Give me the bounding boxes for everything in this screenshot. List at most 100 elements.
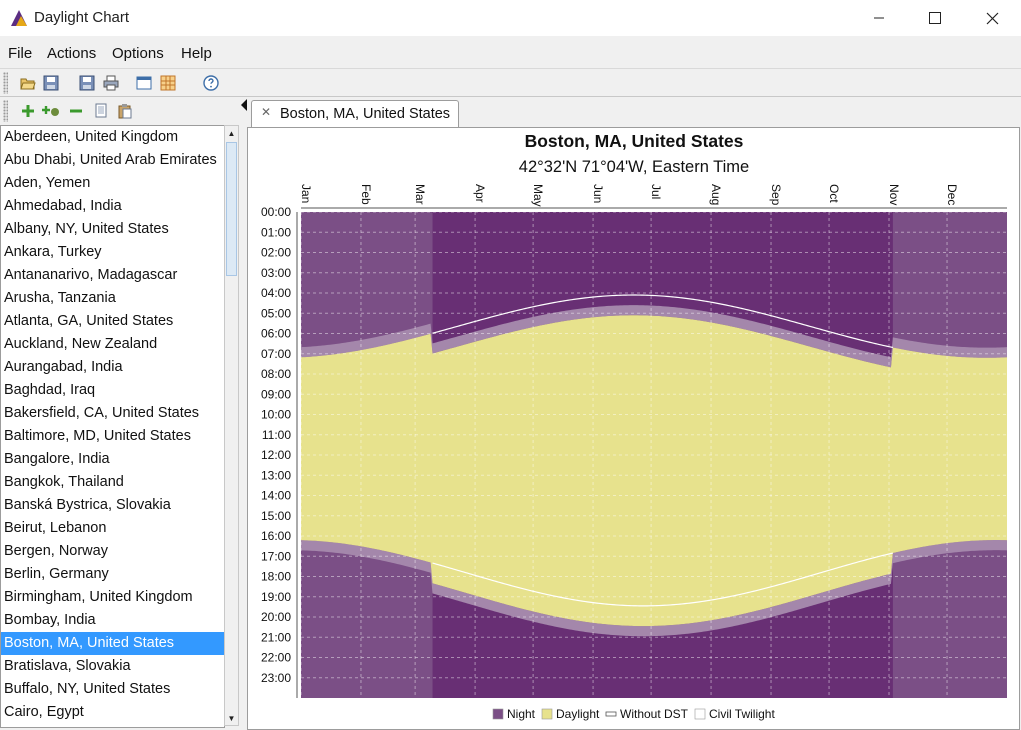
hour-tick-label: 00:00 xyxy=(261,205,291,219)
month-tick-label: Dec xyxy=(945,184,959,205)
hour-tick-label: 19:00 xyxy=(261,590,291,604)
month-tick-label: Feb xyxy=(359,184,373,205)
help-button[interactable] xyxy=(201,73,221,93)
list-item[interactable]: Ahmedabad, India xyxy=(1,195,224,218)
hour-tick-label: 16:00 xyxy=(261,529,291,543)
list-item[interactable]: Boston, MA, United States xyxy=(1,632,224,655)
tab-close-icon[interactable]: ✕ xyxy=(261,105,271,119)
list-item[interactable]: Aden, Yemen xyxy=(1,172,224,195)
list-item[interactable]: Albany, NY, United States xyxy=(1,218,224,241)
chart-tabs: ✕ Boston, MA, United States xyxy=(248,97,1021,127)
list-item[interactable]: Bombay, India xyxy=(1,609,224,632)
month-tick-label: Nov xyxy=(887,184,901,205)
month-tick-label: Oct xyxy=(827,184,841,203)
hour-tick-label: 12:00 xyxy=(261,448,291,462)
chart-subtitle: 42°32'N 71°04'W, Eastern Time xyxy=(519,158,749,176)
month-tick-label: Sep xyxy=(769,184,783,206)
scroll-up-icon[interactable]: ▲ xyxy=(225,126,238,140)
legend-swatch xyxy=(694,708,706,720)
menu-file[interactable]: File xyxy=(8,45,32,62)
hour-tick-label: 17:00 xyxy=(261,549,291,563)
menu-actions[interactable]: Actions xyxy=(47,45,96,62)
copy-button[interactable] xyxy=(91,101,111,121)
copy-icon xyxy=(95,103,107,118)
list-item[interactable]: Aberdeen, United Kingdom xyxy=(1,126,224,149)
list-item[interactable]: Bangalore, India xyxy=(1,448,224,471)
list-item[interactable]: Ankara, Turkey xyxy=(1,241,224,264)
save-icon xyxy=(79,75,95,91)
maximize-button[interactable] xyxy=(906,0,964,36)
paste-icon xyxy=(118,104,132,119)
plot-area xyxy=(296,207,1007,698)
scrollbar-thumb[interactable] xyxy=(226,142,237,276)
hour-tick-label: 14:00 xyxy=(261,489,291,503)
hour-tick-label: 21:00 xyxy=(261,630,291,644)
save-as-button[interactable] xyxy=(41,73,61,93)
daylight-chart-panel: Boston, MA, United States 42°32'N 71°04'… xyxy=(247,127,1020,730)
paste-button[interactable] xyxy=(115,101,135,121)
print-icon xyxy=(103,75,119,91)
collapse-left-icon[interactable] xyxy=(241,99,247,111)
location-list-scrollbar[interactable]: ▲ ▼ xyxy=(224,125,239,726)
title-bar: Daylight Chart xyxy=(0,0,1021,36)
location-toolbar-grip[interactable] xyxy=(3,100,8,122)
print-button[interactable] xyxy=(101,73,121,93)
save-as-icon xyxy=(43,75,59,91)
list-item[interactable]: Berlin, Germany xyxy=(1,563,224,586)
tab-boston[interactable]: ✕ Boston, MA, United States xyxy=(251,100,459,127)
save-button[interactable] xyxy=(77,73,97,93)
window-button[interactable] xyxy=(134,73,154,93)
list-item[interactable]: Bangkok, Thailand xyxy=(1,471,224,494)
minus-icon xyxy=(70,109,82,113)
toolbar-grip[interactable] xyxy=(3,72,8,94)
menu-help[interactable]: Help xyxy=(181,45,212,62)
hour-tick-label: 05:00 xyxy=(261,306,291,320)
list-item[interactable]: Abu Dhabi, United Arab Emirates xyxy=(1,149,224,172)
month-tick-label: Jan xyxy=(299,184,313,203)
location-list[interactable]: Aberdeen, United Kingdom Abu Dhabi, Unite… xyxy=(0,125,225,728)
add-location-button[interactable] xyxy=(18,101,38,121)
list-item[interactable]: Auckland, New Zealand xyxy=(1,333,224,356)
list-item[interactable]: Banská Bystrica, Slovakia xyxy=(1,494,224,517)
hour-tick-label: 18:00 xyxy=(261,570,291,584)
legend-label: Night xyxy=(507,707,536,721)
hour-tick-label: 22:00 xyxy=(261,651,291,665)
add-location-group-button[interactable] xyxy=(41,101,61,121)
hour-tick-label: 23:00 xyxy=(261,671,291,685)
list-item[interactable]: Bratislava, Slovakia xyxy=(1,655,224,678)
hour-tick-label: 20:00 xyxy=(261,610,291,624)
list-item[interactable]: Baltimore, MD, United States xyxy=(1,425,224,448)
grid-button[interactable] xyxy=(158,73,178,93)
hour-tick-label: 10:00 xyxy=(261,408,291,422)
list-item[interactable]: Birmingham, United Kingdom xyxy=(1,586,224,609)
tab-label: Boston, MA, United States xyxy=(280,106,451,122)
list-item[interactable]: Arusha, Tanzania xyxy=(1,287,224,310)
close-icon xyxy=(986,12,998,24)
hour-labels: 00:00 01:00 02:00 03:00 04:00 05:00 06:00 07:00… xyxy=(261,205,291,685)
plus-icon xyxy=(22,105,34,117)
legend-label: Daylight xyxy=(556,707,600,721)
list-item[interactable]: Aurangabad, India xyxy=(1,356,224,379)
month-tick-label: Jun xyxy=(591,184,605,203)
hour-tick-label: 15:00 xyxy=(261,509,291,523)
menu-options[interactable]: Options xyxy=(112,45,164,62)
month-tick-label: May xyxy=(531,184,545,207)
list-item[interactable]: Bergen, Norway xyxy=(1,540,224,563)
list-item[interactable]: Baghdad, Iraq xyxy=(1,379,224,402)
maximize-icon xyxy=(929,12,941,24)
list-item[interactable]: Buffalo, NY, United States xyxy=(1,678,224,701)
window-icon xyxy=(136,76,152,90)
open-button[interactable] xyxy=(18,73,38,93)
remove-location-button[interactable] xyxy=(66,101,86,121)
hour-tick-label: 06:00 xyxy=(261,327,291,341)
location-toolbar xyxy=(0,97,241,124)
scroll-down-icon[interactable]: ▼ xyxy=(225,711,238,725)
close-button[interactable] xyxy=(963,0,1021,36)
list-item[interactable]: Bakersfield, CA, United States xyxy=(1,402,224,425)
list-item[interactable]: Cairo, Egypt xyxy=(1,701,224,724)
list-item[interactable]: Antananarivo, Madagascar xyxy=(1,264,224,287)
minimize-button[interactable] xyxy=(850,0,908,36)
list-item[interactable]: Atlanta, GA, United States xyxy=(1,310,224,333)
legend-swatch xyxy=(492,708,504,720)
list-item[interactable]: Beirut, Lebanon xyxy=(1,517,224,540)
